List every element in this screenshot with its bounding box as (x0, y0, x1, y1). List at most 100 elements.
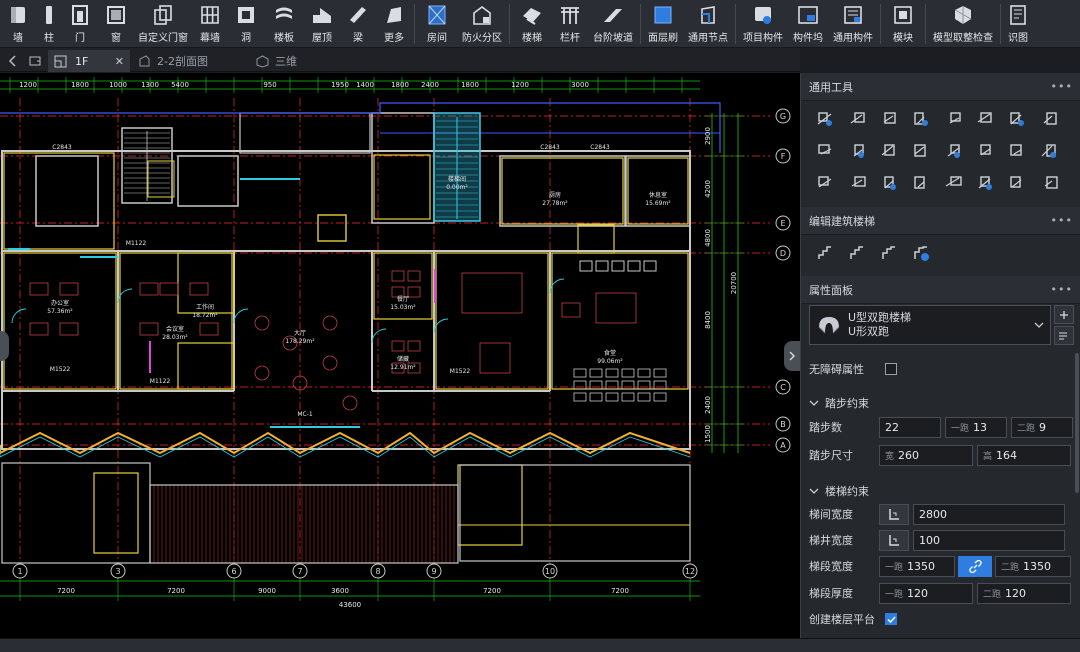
toolbar-custom-door-window-button[interactable]: 自定义门窗 (134, 0, 192, 47)
flight-width-run1-input[interactable]: 一跑 1350 (879, 555, 955, 577)
dimension-text: 20700 (730, 272, 738, 294)
mirror-line-tool-button[interactable] (1001, 103, 1033, 135)
replace-tool-button[interactable] (1033, 135, 1065, 167)
toolbar-beam-button[interactable]: 梁 (340, 0, 376, 47)
collapse-panel-handle[interactable] (784, 341, 800, 371)
flip-tool-button[interactable] (1001, 135, 1033, 167)
toolbar-label: 楼板 (274, 33, 294, 44)
toolbar-ramp-button[interactable]: 台阶坡道 (588, 0, 638, 47)
toolbar-label: 房间 (427, 33, 447, 44)
toolbar-more-button[interactable]: 更多 (376, 0, 412, 47)
eyedropper-tool-button[interactable] (809, 167, 841, 199)
add-type-button[interactable] (1054, 305, 1074, 324)
step-count-run2-input[interactable]: 二跑 9 (1011, 416, 1073, 438)
link-toggle-button[interactable] (958, 555, 992, 577)
toolbar-general-component-button[interactable]: 通用构件 (828, 0, 878, 47)
tab-back-icon[interactable] (6, 53, 20, 67)
toolbar-stair-button[interactable]: 楼梯 (512, 0, 552, 47)
drawing-canvas[interactable]: G F E D C B A 1 3 6 7 8 9 10 12 1200 1800 1000 1300 5400 950… (0, 73, 800, 639)
step-constraint-group[interactable]: 踏步约束 (809, 395, 869, 411)
toolbar-model-rounding-check-button[interactable]: 模型取整检查 (928, 0, 998, 47)
step-height-input[interactable]: 高 164 (977, 444, 1071, 466)
step-width-input[interactable]: 宽 260 (879, 444, 973, 466)
type-selector[interactable]: U型双跑楼梯 U形双跑 (809, 305, 1051, 345)
trim-tool-button[interactable] (937, 103, 969, 135)
array-tool-button[interactable] (1033, 103, 1065, 135)
well-width-input[interactable]: 100 (913, 529, 1065, 551)
flight-thickness-row: 梯段厚度 一跑 120 二跑 120 (809, 582, 1073, 604)
attribute-copy-tool-button[interactable] (937, 167, 969, 199)
stair-section-button[interactable] (841, 237, 873, 269)
trim-icon (949, 112, 961, 124)
offset-tool-button[interactable] (905, 103, 937, 135)
more-icon[interactable]: ••• (1051, 80, 1073, 93)
grid-select-tool-button[interactable] (1001, 167, 1033, 199)
flight-width-run2-input[interactable]: 二跑 1350 (995, 555, 1071, 577)
toolbar-opening-button[interactable]: 洞 (228, 0, 264, 47)
tab-label: 2-2剖面图 (157, 55, 208, 68)
group-tool-button[interactable] (969, 135, 1001, 167)
toolbar-component-dock-button[interactable]: 构件坞 (788, 0, 828, 47)
tab-section-2-2[interactable]: 2-2剖面图 (132, 50, 248, 72)
stair-width-pick-button[interactable] (879, 503, 909, 525)
door-swing (11, 308, 27, 324)
toolbar-door-button[interactable]: 门 (62, 0, 98, 47)
filter-select-tool-button[interactable] (969, 167, 1001, 199)
collapse-left-handle[interactable] (0, 331, 9, 361)
toolbar-surface-brush-button[interactable]: 面层刷 (643, 0, 683, 47)
curtain-wall-icon (199, 4, 221, 26)
dimension-tool-button[interactable] (905, 167, 937, 199)
cad-rect (653, 380, 667, 390)
copy-tool-button[interactable] (841, 103, 873, 135)
stair-filter-button[interactable] (873, 237, 905, 269)
toolbar-room-button[interactable]: 房间 (417, 0, 457, 47)
split-tool-button[interactable] (841, 135, 873, 167)
cad-rect (621, 368, 635, 378)
stair-constraint-group[interactable]: 楼梯约束 (809, 483, 869, 499)
measure-tool-button[interactable] (873, 167, 905, 199)
flight-thickness-run1-input[interactable]: 一跑 120 (879, 582, 973, 604)
step-count-total-input[interactable]: 22 (879, 416, 941, 438)
flight-thickness-run2-input[interactable]: 二跑 120 (977, 582, 1071, 604)
stair-section-icon (850, 246, 863, 259)
layer-tool-button[interactable] (1033, 167, 1065, 199)
break-tool-button[interactable] (873, 135, 905, 167)
rotate-tool-button[interactable] (873, 103, 905, 135)
accessible-checkbox[interactable] (885, 363, 897, 375)
toolbar-label: 幕墙 (200, 33, 220, 44)
step-count-run1-input[interactable]: 一跑 13 (945, 416, 1007, 438)
stair-width-input[interactable]: 2800 (913, 503, 1065, 525)
move-tool-button[interactable] (809, 103, 841, 135)
toolbar-railing-button[interactable]: 栏杆 (552, 0, 588, 47)
delete-tool-button[interactable] (841, 167, 873, 199)
tab-list-icon[interactable] (28, 53, 42, 67)
toolbar-wall-button[interactable]: 墙 (0, 0, 36, 47)
toolbar-window-button[interactable]: 窗 (98, 0, 134, 47)
toolbar-drawing-recognition-button[interactable]: 识图 (1003, 0, 1033, 47)
tab-1f[interactable]: 1F ✕ (48, 50, 130, 72)
toolbar-fire-zone-button[interactable]: 防火分区 (457, 0, 507, 47)
close-tab-icon[interactable]: ✕ (115, 55, 124, 68)
align-tool-button[interactable] (809, 135, 841, 167)
join-tool-button[interactable] (905, 135, 937, 167)
toolbar-project-component-button[interactable]: 项目构件 (738, 0, 788, 47)
type-list-button[interactable] (1054, 326, 1074, 345)
toolbar-floor-slab-button[interactable]: 楼板 (264, 0, 304, 47)
toolbar-general-node-button[interactable]: 通用节点 (683, 0, 733, 47)
tab-3d[interactable]: 三维 (250, 50, 332, 72)
toolbar-module-button[interactable]: 模块 (883, 0, 923, 47)
floor-plan-drawing[interactable]: G F E D C B A 1 3 6 7 8 9 10 12 1200 1800 1000 1300 5400 950… (0, 73, 800, 639)
toolbar-roof-button[interactable]: 屋顶 (304, 0, 340, 47)
stair-settings-button[interactable] (905, 237, 937, 269)
more-icon[interactable]: ••• (1051, 214, 1073, 227)
well-width-pick-button[interactable] (879, 529, 909, 551)
properties-scrollbar[interactable] (1075, 353, 1079, 493)
toolbar-curtain-wall-button[interactable]: 幕墙 (192, 0, 228, 47)
create-landing-checkbox[interactable] (885, 613, 897, 625)
toolbar-column-button[interactable]: 柱 (36, 0, 62, 47)
extend-tool-button[interactable] (969, 103, 1001, 135)
toolbar-label: 屋顶 (312, 33, 332, 44)
scale-tool-button[interactable] (937, 135, 969, 167)
stair-edit-button[interactable] (809, 237, 841, 269)
more-icon[interactable]: ••• (1051, 283, 1073, 296)
